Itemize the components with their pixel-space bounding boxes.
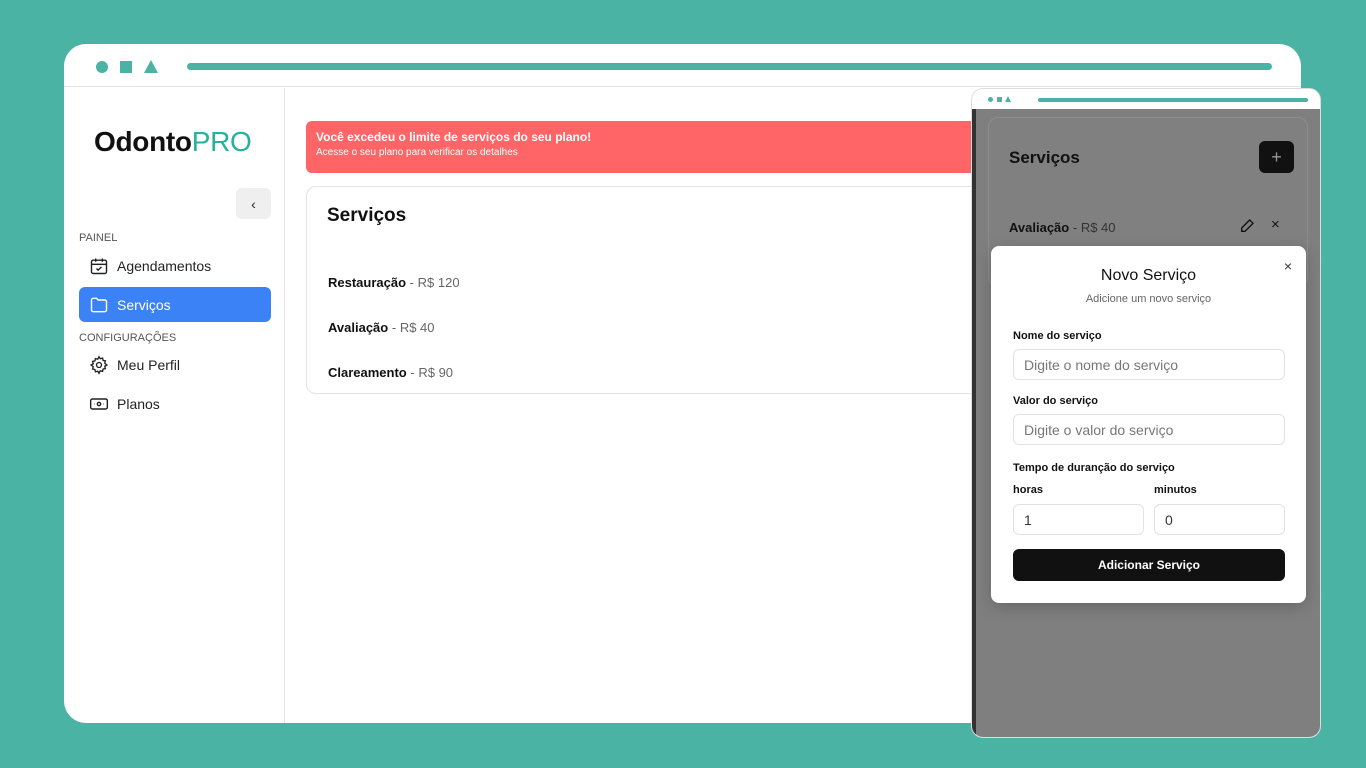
calendar-check-icon	[90, 258, 108, 274]
service-row: Avaliação - R$ 40	[1009, 220, 1116, 235]
service-row: Clareamento - R$ 90	[328, 365, 453, 380]
titlebar-decoration-bar	[1038, 98, 1308, 102]
service-name: Restauração	[328, 275, 407, 290]
service-price: R$ 90	[418, 365, 454, 380]
service-name: Avaliação	[328, 320, 389, 335]
service-separator: -	[391, 320, 397, 335]
sidebar-item-label: Planos	[117, 395, 160, 412]
dialog-description: Adicione um novo serviço	[1085, 293, 1212, 305]
square-decoration-icon	[997, 97, 1002, 102]
folder-icon	[90, 297, 108, 312]
service-separator: -	[410, 365, 415, 380]
overlay-services-title: Serviços	[1009, 148, 1080, 167]
plus-icon: +	[1271, 146, 1282, 167]
service-value-input[interactable]	[1013, 414, 1285, 445]
service-name-label: Nome do serviço	[1013, 330, 1102, 342]
plan-limit-alert: Você excedeu o limite de serviços do seu…	[306, 121, 1006, 173]
alert-title: Você excedeu o limite de serviços do seu…	[316, 130, 592, 144]
circle-decoration-icon	[988, 97, 993, 102]
service-price: R$ 40	[399, 320, 435, 335]
banknote-icon	[89, 397, 109, 410]
sidebar-item-label: Agendamentos	[117, 257, 212, 274]
minutes-input[interactable]	[1154, 504, 1285, 535]
section-label-config: CONFIGURAÇÕES	[79, 332, 177, 344]
circle-decoration-icon	[96, 61, 108, 73]
service-name: Clareamento	[328, 365, 407, 380]
square-decoration-icon	[120, 61, 132, 73]
service-separator: -	[1072, 220, 1078, 235]
sidebar-item-agendamentos[interactable]: Agendamentos	[79, 248, 271, 283]
minutes-label: minutos	[1154, 484, 1197, 496]
service-row: Avaliação - R$ 40	[328, 320, 435, 335]
brand-name-part1: Odonto	[94, 126, 192, 157]
service-name-input[interactable]	[1013, 349, 1285, 380]
sidebar-item-label: Serviços	[117, 296, 171, 313]
pencil-icon[interactable]	[1239, 218, 1255, 234]
add-service-submit-button[interactable]: Adicionar Serviço	[1013, 549, 1285, 581]
triangle-decoration-icon	[144, 60, 158, 73]
section-label-panel: PAINEL	[79, 232, 118, 244]
sidebar-item-label: Meu Perfil	[117, 356, 181, 373]
service-price: R$ 120	[417, 275, 460, 290]
duration-label: Tempo de duranção do serviço	[1013, 462, 1175, 474]
service-separator: -	[409, 275, 415, 290]
sidebar-item-meu-perfil[interactable]: Meu Perfil	[79, 347, 271, 382]
new-service-dialog: × Novo Serviço Adicione um novo serviço …	[991, 246, 1306, 603]
service-row: Restauração - R$ 120	[328, 275, 460, 290]
sidebar: OdontoPRO ‹ PAINEL Agendamentos Serviços…	[64, 88, 285, 723]
hours-input[interactable]	[1013, 504, 1144, 535]
brand-logo: OdontoPRO	[94, 126, 252, 158]
add-service-button[interactable]: +	[1259, 141, 1294, 173]
chevron-left-icon: ‹	[251, 195, 256, 212]
service-name: Avaliação	[1009, 220, 1070, 235]
window-titlebar	[64, 44, 1301, 87]
triangle-decoration-icon	[1005, 96, 1011, 102]
overlay-titlebar	[972, 89, 1320, 109]
delete-icon[interactable]: ×	[1271, 216, 1280, 233]
alert-subtitle: Acesse o seu plano para verificar os det…	[316, 147, 518, 158]
collapse-sidebar-button[interactable]: ‹	[236, 188, 271, 219]
dialog-title: Novo Serviço	[1100, 267, 1197, 284]
sidebar-item-servicos[interactable]: Serviços	[79, 287, 271, 322]
hours-label: horas	[1013, 484, 1043, 496]
services-card-title: Serviços	[327, 205, 407, 226]
services-card: Serviços Restauração - R$ 120 Avaliação …	[306, 186, 1006, 394]
brand-name-part2: PRO	[191, 126, 252, 157]
titlebar-decoration-bar	[187, 63, 1272, 70]
service-price: R$ 40	[1080, 220, 1116, 235]
sidebar-item-planos[interactable]: Planos	[79, 386, 271, 421]
gear-icon	[89, 354, 109, 375]
service-value-label: Valor do serviço	[1013, 395, 1098, 407]
